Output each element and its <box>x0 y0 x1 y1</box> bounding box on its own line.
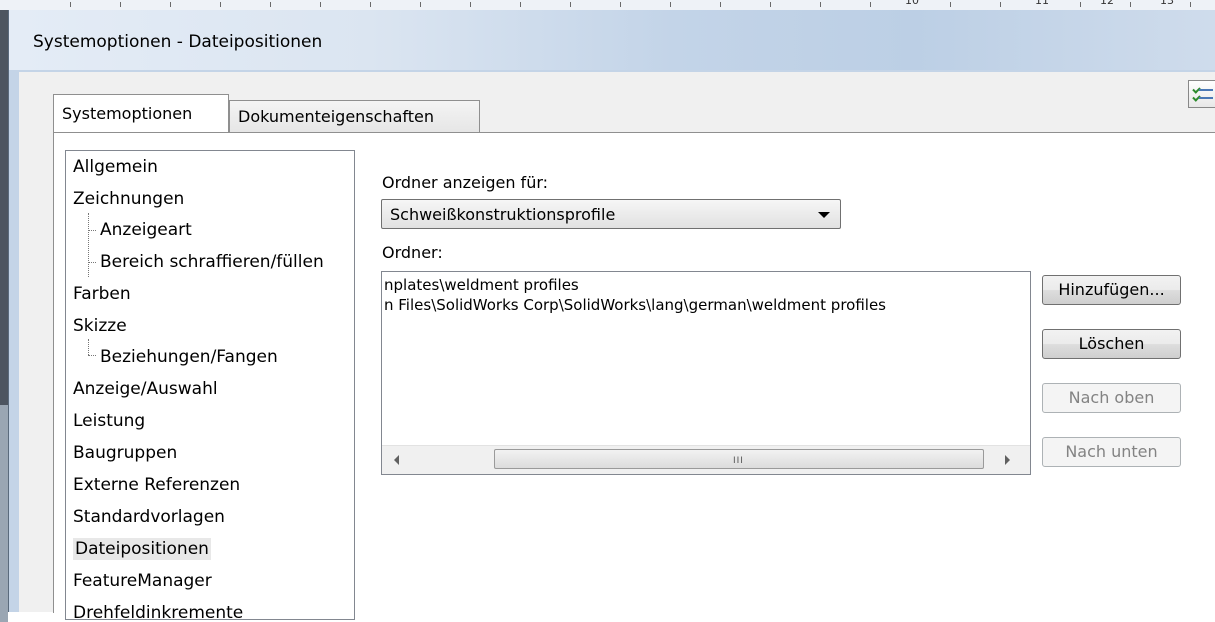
options-dialog: Systemoptionen - Dateipositionen Systemo… <box>8 10 1215 620</box>
tree-item-beziehungen-fangen[interactable]: Beziehungen/Fangen <box>90 343 278 371</box>
background-edge <box>0 10 8 622</box>
tree-item-standardvorlagen[interactable]: Standardvorlagen <box>73 503 225 531</box>
show-folders-for-label: Ordner anzeigen für: <box>382 173 549 192</box>
ruler-number: 12 <box>1100 0 1114 7</box>
folder-path-item[interactable]: nplates\weldment profiles <box>384 276 579 294</box>
scroll-thumb[interactable]: III <box>494 449 984 469</box>
tree-item-anzeigeart[interactable]: Anzeigeart <box>90 216 192 244</box>
move-up-button[interactable]: Nach oben <box>1042 383 1181 413</box>
tree-item-bereich-schraffieren[interactable]: Bereich schraffieren/füllen <box>90 248 324 276</box>
tree-item-drehfeldinkremente[interactable]: Drehfeldinkremente <box>73 599 243 619</box>
ruler-number: 10 <box>905 0 919 7</box>
ruler-number: 11 <box>1035 0 1049 7</box>
tree-item-farben[interactable]: Farben <box>73 280 131 308</box>
add-button[interactable]: Hinzufügen... <box>1042 275 1181 305</box>
scroll-grip: III <box>733 456 744 466</box>
chevron-down-icon <box>818 212 830 218</box>
folder-list[interactable]: nplates\weldment profiles n Files\SolidW… <box>381 271 1031 475</box>
dialog-title: Systemoptionen - Dateipositionen <box>33 32 323 52</box>
tree-item-leistung[interactable]: Leistung <box>73 407 145 435</box>
tab-label: Dokumenteigenschaften <box>238 107 434 126</box>
options-list-icon[interactable] <box>1188 80 1215 108</box>
tab-dokumenteigenschaften[interactable]: Dokumenteigenschaften <box>229 100 480 132</box>
title-bar[interactable]: Systemoptionen - Dateipositionen <box>9 10 1215 70</box>
move-down-button[interactable]: Nach unten <box>1042 437 1181 467</box>
scroll-right-icon[interactable] <box>1005 455 1010 465</box>
tree-item-featuremanager[interactable]: FeatureManager <box>73 567 212 595</box>
delete-button[interactable]: Löschen <box>1042 329 1181 359</box>
scroll-left-icon[interactable] <box>394 455 399 465</box>
folder-type-dropdown[interactable]: Schweißkonstruktionsprofile <box>381 199 841 229</box>
tree-item-dateipositionen[interactable]: Dateipositionen <box>73 535 211 563</box>
dialog-client: Systemoptionen Dokumenteigenschaften All… <box>19 72 1215 620</box>
tab-systemoptionen[interactable]: Systemoptionen <box>53 94 229 132</box>
horizontal-scrollbar[interactable]: III <box>382 445 1030 474</box>
tree-item-anzeige-auswahl[interactable]: Anzeige/Auswahl <box>73 375 218 403</box>
tree-item-externe-referenzen[interactable]: Externe Referenzen <box>73 471 240 499</box>
folder-type-value: Schweißkonstruktionsprofile <box>390 205 616 224</box>
tab-label: Systemoptionen <box>62 104 193 123</box>
tab-panel: Allgemein Zeichnungen Anzeigeart Bereich… <box>53 132 1215 620</box>
folder-path-item[interactable]: n Files\SolidWorks Corp\SolidWorks\lang\… <box>384 296 886 314</box>
ruler-number: 13 <box>1160 0 1174 7</box>
tree-item-baugruppen[interactable]: Baugruppen <box>73 439 177 467</box>
options-tree[interactable]: Allgemein Zeichnungen Anzeigeart Bereich… <box>65 150 355 620</box>
tree-item-allgemein[interactable]: Allgemein <box>73 153 158 181</box>
tree-item-skizze[interactable]: Skizze <box>73 312 127 340</box>
tree-item-zeichnungen[interactable]: Zeichnungen <box>73 185 184 213</box>
folders-label: Ordner: <box>382 243 443 262</box>
